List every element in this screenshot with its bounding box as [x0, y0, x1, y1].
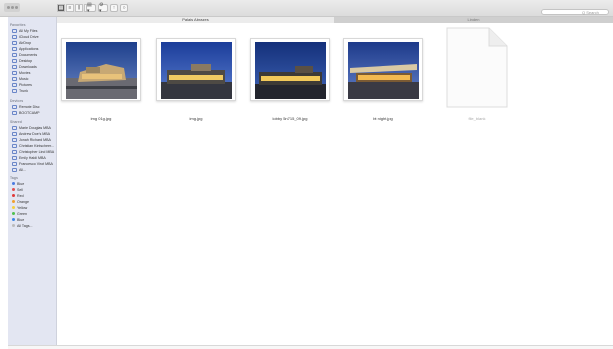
sidebar-item[interactable]: Andrew Doe's MBA: [12, 131, 50, 136]
toolbar: ▦ ≡ ⫼ ⊟ ▤ ▾ ⚙ ▾ ↑ ○ Q Search: [0, 0, 613, 17]
tag-color-dot: [12, 212, 15, 215]
folder-icon: [12, 88, 17, 93]
sidebar-item[interactable]: Trunk: [12, 88, 28, 93]
file-name[interactable]: img 01g.jpg: [61, 116, 141, 121]
zoom-dot[interactable]: [14, 6, 18, 9]
photo-building-dusk: [66, 42, 137, 99]
sidebar-item[interactable]: Applications: [12, 46, 38, 51]
tag-color-dot: [12, 188, 15, 191]
photo-lobby-night: [255, 42, 326, 99]
window-controls[interactable]: [4, 3, 20, 12]
tag-item[interactable]: Red: [12, 193, 24, 198]
favorites-header: Favorites: [10, 23, 26, 27]
sidebar-item[interactable]: Desktop: [12, 58, 32, 63]
file-name[interactable]: file_blank: [437, 116, 517, 121]
computer-icon: [12, 143, 17, 148]
tag-color-dot: [12, 218, 15, 221]
sidebar: Favorites All My Files iCloud Drive AirD…: [8, 17, 57, 349]
shared-header: Shared: [10, 120, 22, 124]
sidebar-item[interactable]: Documents: [12, 52, 37, 57]
documents-icon: [12, 52, 17, 57]
sidebar-item[interactable]: Marie Douglas MBA: [12, 125, 51, 130]
file-thumbnail[interactable]: [156, 38, 236, 101]
photo-building-night: [161, 42, 232, 99]
sidebar-item[interactable]: Music: [12, 76, 28, 81]
file-thumbnail[interactable]: [343, 38, 423, 101]
folder-icon: [12, 28, 17, 33]
computer-icon: [12, 155, 17, 160]
status-bar: [8, 345, 613, 349]
tag-item[interactable]: All Tags...: [12, 223, 33, 228]
cloud-icon: [12, 34, 17, 39]
tags-header: Tags: [10, 176, 18, 180]
sidebar-item[interactable]: Movies: [12, 70, 30, 75]
sidebar-item[interactable]: Jonah Richard MBA: [12, 137, 51, 142]
sidebar-item[interactable]: All...: [12, 167, 26, 172]
disc-icon: [12, 104, 17, 109]
sidebar-item[interactable]: BOOTCAMP: [12, 110, 40, 115]
downloads-icon: [12, 64, 17, 69]
tag-color-dot: [12, 206, 15, 209]
file-name[interactable]: bt night.jpg: [343, 116, 423, 121]
sidebar-item[interactable]: Christopher Lind MBA: [12, 149, 54, 154]
tag-item[interactable]: Orange: [12, 199, 29, 204]
tag-item[interactable]: Sell: [12, 187, 23, 192]
tag-item[interactable]: Blue: [12, 217, 24, 222]
music-icon: [12, 76, 17, 81]
blank-document-icon[interactable]: [445, 27, 509, 108]
list-view-button[interactable]: ≡: [66, 4, 74, 12]
drive-icon: [12, 110, 17, 115]
sidebar-item[interactable]: Pictures: [12, 82, 32, 87]
column-view-button[interactable]: ⫼: [75, 4, 83, 12]
computer-icon: [12, 149, 17, 154]
devices-header: Devices: [10, 99, 24, 103]
airdrop-icon: [12, 40, 17, 45]
finder-window: ▦ ≡ ⫼ ⊟ ▤ ▾ ⚙ ▾ ↑ ○ Q Search Palais Abra…: [0, 0, 613, 349]
computer-icon: [12, 131, 17, 136]
sidebar-item[interactable]: All My Files: [12, 28, 37, 33]
sidebar-item[interactable]: iCloud Drive: [12, 34, 39, 39]
computer-icon: [12, 161, 17, 166]
applications-icon: [12, 46, 17, 51]
sidebar-item[interactable]: Francesco Virot MBA: [12, 161, 53, 166]
action-button[interactable]: ⚙ ▾: [98, 2, 108, 14]
tab-inactive[interactable]: Linden: [335, 17, 613, 23]
file-name[interactable]: lobby 5n715_09.jpg: [250, 116, 330, 121]
globe-icon: [12, 167, 17, 172]
share-button[interactable]: ↑: [110, 4, 118, 12]
minimize-dot[interactable]: [10, 6, 14, 9]
file-name[interactable]: img.jpg: [156, 116, 236, 121]
file-thumbnail[interactable]: [61, 38, 141, 101]
search-input[interactable]: Q Search: [541, 9, 609, 15]
icon-view-button[interactable]: ▦: [57, 4, 65, 12]
tab-active[interactable]: Palais Abrazes: [57, 17, 335, 23]
tag-item[interactable]: Green: [12, 211, 27, 216]
tag-item[interactable]: Blue: [12, 181, 24, 186]
tag-color-dot: [12, 182, 15, 185]
sidebar-item[interactable]: Remote Disc: [12, 104, 40, 109]
sidebar-item[interactable]: Downloads: [12, 64, 37, 69]
computer-icon: [12, 137, 17, 142]
computer-icon: [12, 125, 17, 130]
photo-canopy-night: [348, 42, 419, 99]
desktop-icon: [12, 58, 17, 63]
tag-color-dot: [12, 194, 15, 197]
tag-color-dot: [12, 224, 15, 227]
tag-color-dot: [12, 200, 15, 203]
movies-icon: [12, 70, 17, 75]
pictures-icon: [12, 82, 17, 87]
sidebar-item[interactable]: Emily Haldi MBA: [12, 155, 46, 160]
tab-bar: Palais Abrazes Linden: [57, 17, 613, 23]
sidebar-item[interactable]: AirDrop: [12, 40, 31, 45]
tag-button[interactable]: ○: [120, 4, 128, 12]
tag-item[interactable]: Yellow: [12, 205, 27, 210]
file-thumbnail[interactable]: [250, 38, 330, 101]
arrange-button[interactable]: ▤ ▾: [86, 2, 96, 14]
sidebar-item[interactable]: Christian Kintscheer...: [12, 143, 54, 148]
close-dot[interactable]: [6, 6, 10, 9]
